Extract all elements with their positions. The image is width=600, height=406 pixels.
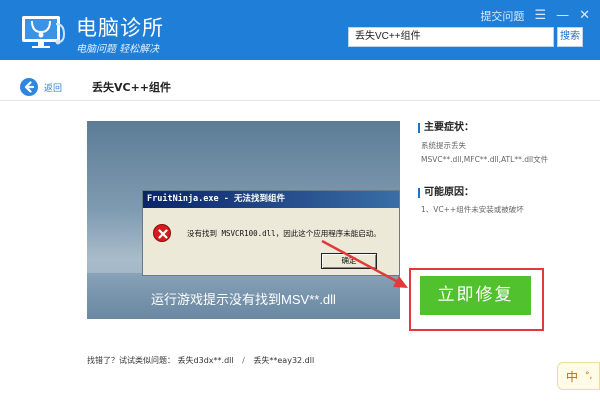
error-dialog: FruitNinja.exe - 无法找到组件 没有找到 MSVCR100.dl…	[142, 190, 400, 276]
causes-line-1: 1、VC++组件未安装或被破坏	[421, 205, 524, 214]
back-label: 返回	[44, 83, 63, 94]
menu-icon[interactable]: ☰	[534, 9, 546, 22]
app-subtitle: 电脑问题 轻松解决	[76, 44, 160, 55]
back-button[interactable]: 返回	[20, 78, 62, 96]
app-title: 电脑诊所	[76, 16, 164, 40]
error-dialog-title: FruitNinja.exe - 无法找到组件	[143, 191, 399, 208]
dialog-ok-button: 确定	[321, 253, 377, 269]
related-link-d3dx[interactable]: 丢失d3dx**.dll	[178, 356, 234, 365]
error-x-icon	[153, 224, 171, 242]
symptoms-line-1: 系统提示丢失	[421, 141, 466, 150]
window-controls: 提交问题 ☰ — ✕	[480, 8, 590, 24]
submit-feedback-link[interactable]: 提交问题	[480, 8, 524, 24]
problem-screenshot: FruitNinja.exe - 无法找到组件 没有找到 MSVCR100.dl…	[87, 121, 400, 319]
app-header: 电脑诊所 电脑问题 轻松解决 提交问题 ☰ — ✕ 丢失VC++组件 搜索	[0, 0, 600, 60]
search-button[interactable]: 搜索	[557, 27, 583, 47]
related-link-eay32[interactable]: 丢失**eay32.dll	[253, 356, 314, 365]
close-icon[interactable]: ✕	[579, 9, 590, 22]
related-problems: 找错了？试试类似问题： 丢失d3dx**.dll / 丢失**eay32.dll	[87, 355, 314, 366]
fix-now-button[interactable]: 立即修复	[420, 276, 531, 315]
related-separator: /	[242, 356, 245, 365]
related-prefix: 找错了？试试类似问题：	[87, 356, 175, 365]
stethoscope-monitor-logo	[22, 16, 66, 48]
minimize-icon[interactable]: —	[556, 9, 569, 22]
ime-punctuation-indicator[interactable]: °,	[585, 371, 592, 381]
error-dialog-message: 没有找到 MSVCR100.dll，因此这个应用程序未能启动。	[187, 229, 381, 238]
causes-heading: 可能原因：	[418, 188, 474, 198]
ime-language-indicator[interactable]: 中	[566, 368, 578, 385]
search-input[interactable]: 丢失VC++组件	[348, 27, 554, 47]
back-arrow-icon	[20, 78, 38, 96]
symptoms-text: 系统提示丢失 MSVC**.dll,MFC**.dll,ATL**.dll文件	[421, 139, 548, 167]
symptoms-heading: 主要症状：	[418, 123, 474, 133]
page-title: 丢失VC++组件	[92, 81, 172, 94]
header-divider	[0, 100, 600, 101]
symptoms-line-2: MSVC**.dll,MFC**.dll,ATL**.dll文件	[421, 155, 549, 164]
screenshot-caption: 运行游戏提示没有找到MSV**.dll	[151, 292, 336, 307]
ime-toolbar[interactable]: 中 °,	[557, 362, 600, 390]
